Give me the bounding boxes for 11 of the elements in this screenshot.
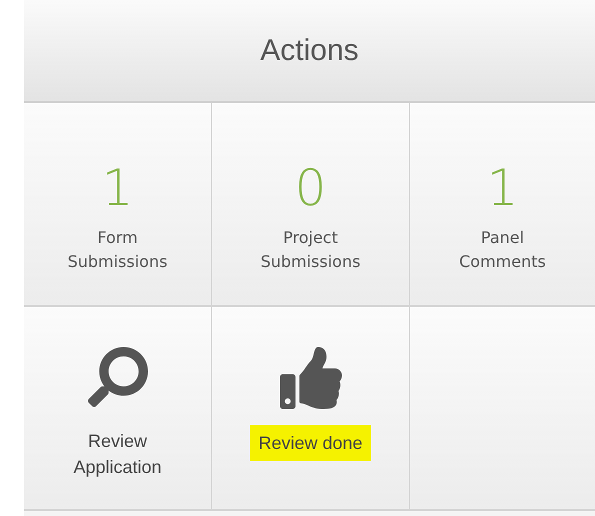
- count: 0: [294, 158, 326, 218]
- thumbs-up-icon: [280, 347, 342, 409]
- search-icon: [88, 347, 148, 407]
- stat-link[interactable]: Project Submissions: [260, 226, 360, 274]
- action-link[interactable]: Review Application: [65, 423, 170, 485]
- stat-link[interactable]: Form Submissions: [68, 226, 168, 274]
- count: 1: [102, 158, 134, 218]
- count: 1: [486, 158, 518, 218]
- panel-title: Actions: [260, 33, 359, 69]
- stat-link[interactable]: Panel Comments: [459, 226, 546, 274]
- action-link[interactable]: Review done: [250, 425, 371, 461]
